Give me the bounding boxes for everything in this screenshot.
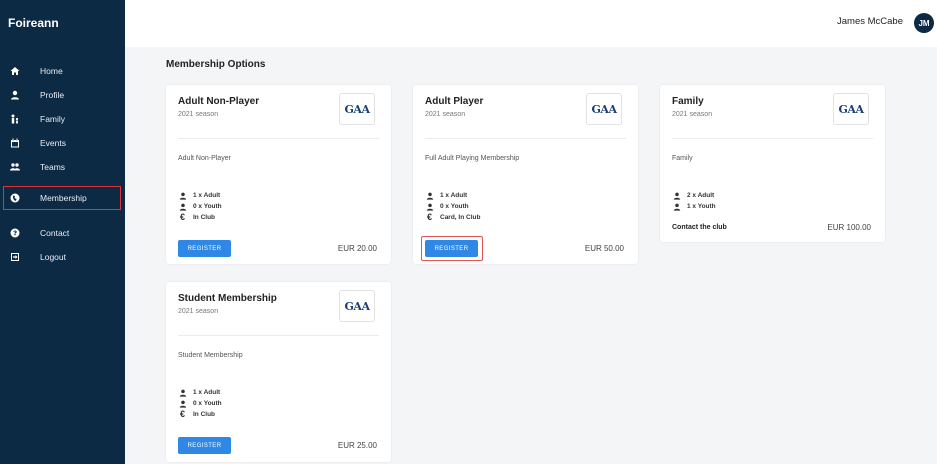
adult-count: 2 x Adult	[672, 191, 714, 200]
sidebar-item-label: Logout	[40, 252, 66, 262]
team-icon	[10, 162, 20, 172]
user-icon	[425, 191, 434, 200]
euro-icon: €	[179, 409, 185, 419]
sidebar: Foireann Home Profile Family Events Team…	[0, 0, 125, 464]
card-description: Family	[672, 155, 693, 162]
user-icon	[10, 90, 20, 100]
user-icon	[178, 388, 187, 397]
card-season: 2021 season	[178, 308, 219, 315]
euro-icon: €	[179, 212, 185, 222]
avatar[interactable]: JM	[914, 13, 934, 33]
card-description: Adult Non-Player	[178, 155, 231, 162]
user-icon	[178, 202, 187, 211]
sidebar-item-contact[interactable]: Contact	[0, 221, 125, 245]
brand-logo[interactable]: Foireann	[0, 0, 125, 47]
sidebar-item-label: Teams	[40, 162, 66, 172]
membership-card-adult-player: Adult Player 2021 season GAA Full Adult …	[413, 85, 638, 264]
sidebar-item-teams[interactable]: Teams	[0, 155, 125, 179]
card-description: Full Adult Playing Membership	[425, 155, 520, 162]
user-icon	[178, 191, 187, 200]
contact-the-club: Contact the club	[672, 224, 727, 231]
register-button[interactable]: REGISTER	[425, 240, 478, 257]
user-name[interactable]: James McCabe	[837, 16, 903, 27]
user-icon	[672, 191, 681, 200]
sidebar-item-membership[interactable]: Membership	[3, 186, 121, 210]
adult-count: 1 x Adult	[178, 388, 220, 397]
sidebar-item-label: Home	[40, 66, 63, 76]
payment-method: € In Club	[179, 212, 216, 222]
price: EUR 25.00	[337, 441, 377, 450]
youth-count: 1 x Youth	[672, 202, 716, 211]
adult-count: 1 x Adult	[178, 191, 220, 200]
sidebar-item-label: Membership	[40, 193, 87, 203]
payment-method: € Card, In Club	[426, 212, 481, 222]
price: EUR 20.00	[337, 244, 377, 253]
globe-icon	[10, 193, 20, 203]
card-description: Student Membership	[178, 352, 243, 359]
sidebar-item-label: Profile	[40, 90, 65, 100]
youth-count: 0 x Youth	[178, 202, 222, 211]
youth-count: 0 x Youth	[425, 202, 469, 211]
sidebar-item-family[interactable]: Family	[0, 107, 125, 131]
logout-icon	[10, 252, 20, 262]
sidebar-item-profile[interactable]: Profile	[0, 83, 125, 107]
sidebar-item-label: Contact	[40, 228, 70, 238]
divider	[425, 138, 626, 139]
sidebar-item-label: Family	[40, 114, 66, 124]
gaa-logo: GAA	[833, 93, 869, 125]
user-icon	[178, 399, 187, 408]
card-title: Adult Non-Player	[178, 96, 260, 107]
page-title: Membership Options	[166, 59, 266, 70]
home-icon	[10, 66, 20, 76]
register-button[interactable]: REGISTER	[178, 240, 231, 257]
sidebar-item-label: Events	[40, 138, 66, 148]
membership-card-adult-non-player: Adult Non-Player 2021 season GAA Adult N…	[166, 85, 391, 264]
youth-count: 0 x Youth	[178, 399, 222, 408]
help-icon	[10, 228, 20, 238]
family-icon	[10, 114, 20, 124]
membership-card-family: Family 2021 season GAA Family 2 x Adult …	[660, 85, 885, 242]
user-icon	[672, 202, 681, 211]
card-season: 2021 season	[672, 111, 713, 118]
card-title: Adult Player	[425, 96, 484, 107]
sidebar-item-logout[interactable]: Logout	[0, 245, 125, 269]
register-button[interactable]: REGISTER	[178, 437, 231, 454]
divider	[178, 335, 379, 336]
payment-method: € In Club	[179, 409, 216, 419]
euro-icon: €	[426, 212, 432, 222]
top-bar: James McCabe JM	[125, 0, 937, 47]
divider	[178, 138, 379, 139]
card-title: Student Membership	[178, 293, 277, 304]
gaa-logo: GAA	[339, 93, 375, 125]
adult-count: 1 x Adult	[425, 191, 467, 200]
sidebar-item-home[interactable]: Home	[0, 59, 125, 83]
price: EUR 50.00	[584, 244, 624, 253]
membership-card-student: Student Membership 2021 season GAA Stude…	[166, 282, 391, 462]
sidebar-item-events[interactable]: Events	[0, 131, 125, 155]
card-title: Family	[672, 96, 704, 107]
divider	[672, 138, 873, 139]
user-icon	[425, 202, 434, 211]
price: EUR 100.00	[827, 223, 871, 232]
card-season: 2021 season	[425, 111, 466, 118]
card-season: 2021 season	[178, 111, 219, 118]
gaa-logo: GAA	[339, 290, 375, 322]
calendar-icon	[10, 138, 20, 148]
gaa-logo: GAA	[586, 93, 622, 125]
